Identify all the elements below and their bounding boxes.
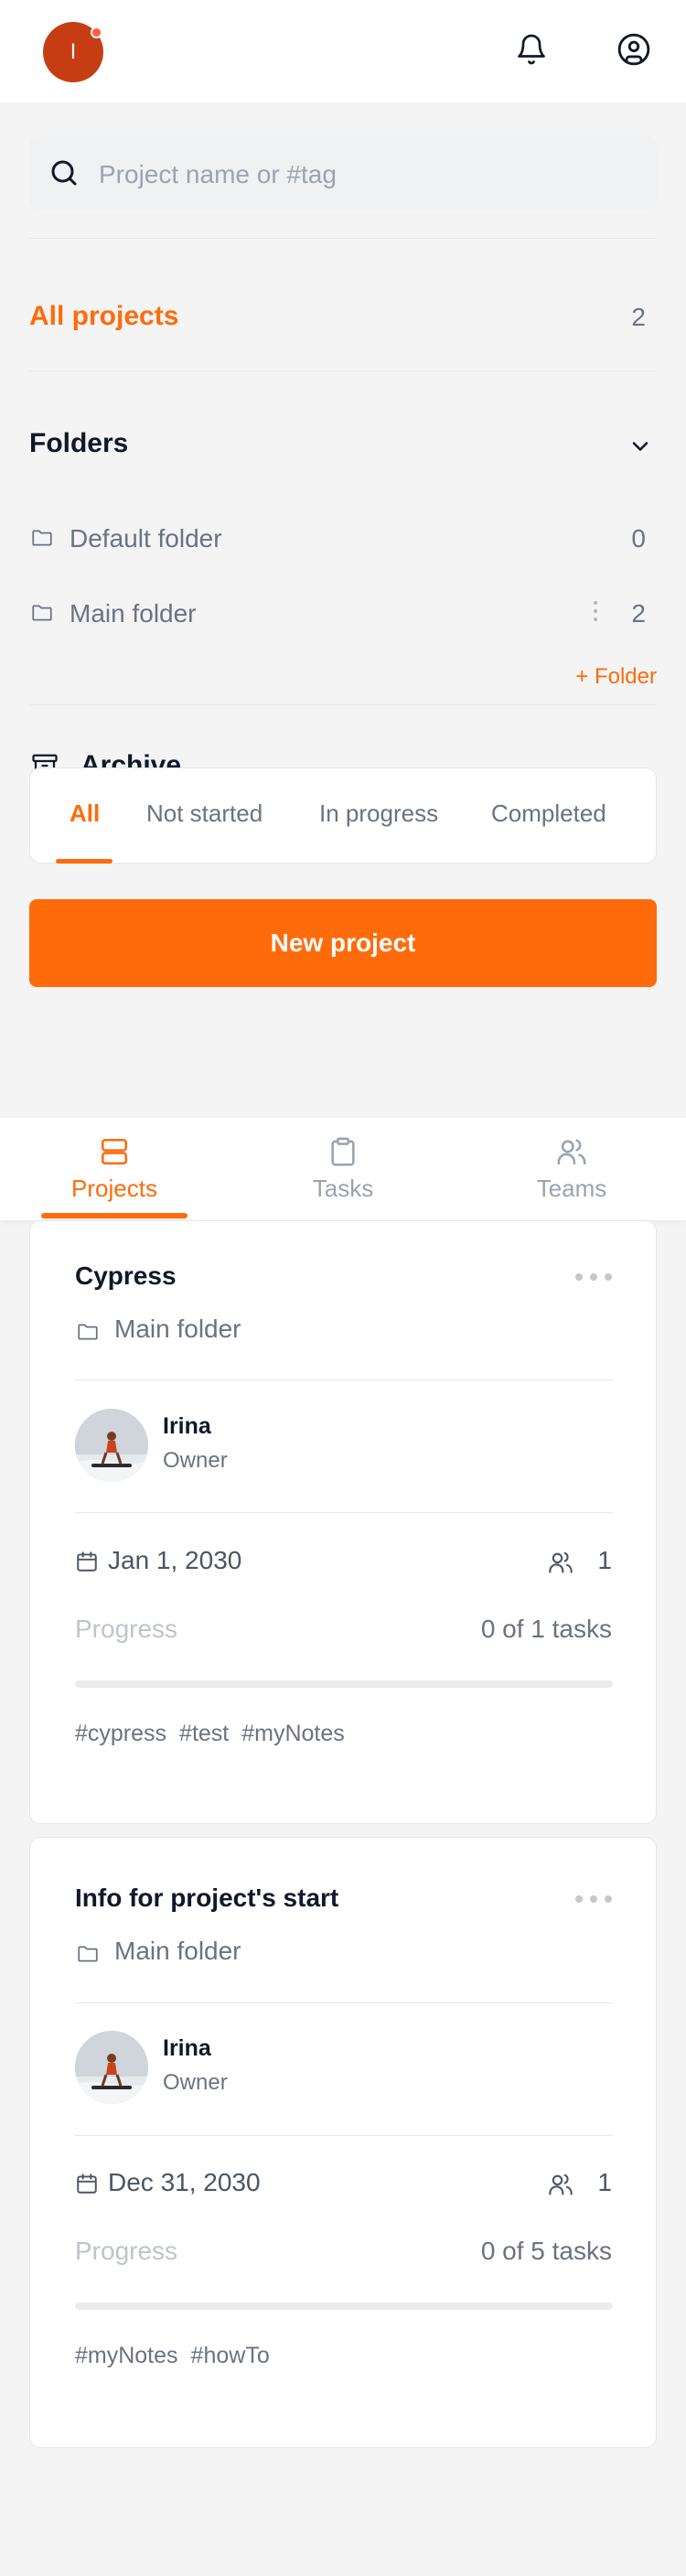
members-count: 1 (597, 2168, 612, 2196)
tab-completed[interactable]: Completed (491, 800, 606, 828)
folders-header[interactable]: Folders (29, 423, 657, 468)
progress-bar (75, 2302, 613, 2310)
owner-avatar (75, 2031, 148, 2104)
owner-name: Irina (163, 1413, 211, 1439)
owner-name: Irina (163, 2035, 211, 2061)
search-icon (51, 160, 77, 186)
owner-role: Owner (163, 2070, 228, 2095)
top-bar: I (0, 0, 686, 102)
folder-count: 0 (631, 524, 646, 553)
tag[interactable]: #howTo (191, 2343, 270, 2369)
project-tags: #myNotes #howTo (75, 2343, 270, 2369)
tab-not-started[interactable]: Not started (146, 800, 263, 828)
divider (75, 1379, 613, 1380)
clipboard-icon (331, 1137, 355, 1166)
folder-name: Default folder (70, 524, 222, 553)
tag[interactable]: #myNotes (241, 1721, 345, 1747)
folder-icon (78, 1324, 98, 1340)
tag[interactable]: #test (179, 1721, 229, 1747)
projects-icon (101, 1138, 128, 1165)
calendar-icon (77, 1551, 97, 1572)
tab-all[interactable]: All (70, 800, 100, 828)
status-filter-tabs: All Not started In progress Completed (29, 767, 657, 864)
project-card[interactable]: Cypress Main folder Irina Owner Jan 1, 2… (29, 1220, 657, 1824)
folder-count: 2 (631, 599, 646, 628)
project-title[interactable]: Info for project's start (75, 1884, 338, 1913)
owner-avatar (75, 1409, 148, 1482)
folder-icon (78, 1946, 98, 1962)
user-circle-icon[interactable] (616, 32, 651, 67)
nav-label: Tasks (312, 1175, 374, 1202)
progress-label: Progress (75, 2237, 178, 2265)
more-options-icon[interactable] (575, 1272, 612, 1282)
project-members: 1 (548, 1546, 612, 1579)
folders-label: Folders (29, 428, 129, 458)
nav-tasks[interactable]: Tasks (229, 1118, 457, 1220)
user-avatar[interactable]: I (43, 22, 103, 82)
project-folder-name: Main folder (114, 1937, 241, 1965)
search-input[interactable]: Project name or #tag (29, 136, 657, 209)
nav-label: Teams (536, 1175, 607, 1202)
folder-menu-icon[interactable] (593, 601, 598, 625)
progress-bar (75, 1680, 613, 1688)
nav-projects[interactable]: Projects (0, 1118, 229, 1220)
more-options-icon[interactable] (575, 1894, 612, 1904)
all-projects-item[interactable]: All projects 2 (29, 290, 657, 345)
active-nav-indicator (41, 1213, 188, 1218)
all-projects-label: All projects (29, 301, 179, 331)
folder-icon (32, 530, 52, 546)
folder-name: Main folder (70, 599, 197, 628)
search-placeholder: Project name or #tag (99, 160, 337, 188)
folder-icon (32, 605, 52, 621)
divider (29, 370, 657, 371)
bottom-navigation: Projects Tasks Teams (0, 1118, 686, 1220)
divider (75, 2002, 613, 2003)
page: I Project name or #tag All projects 2 Fo… (0, 0, 686, 2576)
divider (75, 2135, 613, 2136)
divider (29, 238, 657, 239)
active-tab-indicator (56, 859, 113, 864)
due-date-value: Dec 31, 2030 (108, 2168, 261, 2196)
new-project-button[interactable]: New project (29, 899, 657, 987)
project-folder-name: Main folder (114, 1315, 241, 1343)
team-icon (549, 1551, 573, 1573)
project-card[interactable]: Info for project's start Main folder Iri… (29, 1837, 657, 2448)
tag[interactable]: #cypress (75, 1721, 166, 1747)
calendar-icon (77, 2174, 97, 2194)
folder-item-default[interactable]: Default folder 0 (29, 515, 657, 561)
chevron-down-icon[interactable] (627, 434, 653, 459)
progress-label: Progress (75, 1615, 178, 1643)
project-title[interactable]: Cypress (75, 1261, 177, 1291)
all-projects-count: 2 (631, 303, 646, 331)
nav-label: Projects (71, 1175, 157, 1202)
project-tags: #cypress #test #myNotes (75, 1721, 345, 1747)
members-count: 1 (597, 1546, 612, 1574)
bell-icon[interactable] (515, 33, 548, 66)
progress-value: 0 of 1 tasks (480, 1615, 612, 1643)
folder-item-main[interactable]: Main folder 2 (29, 590, 657, 636)
progress-value: 0 of 5 tasks (480, 2237, 612, 2265)
add-folder-button[interactable]: + Folder (575, 664, 657, 690)
nav-teams[interactable]: Teams (457, 1118, 686, 1220)
owner-role: Owner (163, 1448, 228, 1473)
tab-in-progress[interactable]: In progress (319, 800, 438, 828)
divider (75, 1512, 613, 1513)
tag[interactable]: #myNotes (75, 2343, 178, 2369)
project-members: 1 (548, 2168, 612, 2201)
team-icon (549, 2174, 573, 2195)
user-initial: I (70, 40, 77, 64)
notification-dot (91, 27, 102, 38)
due-date-value: Jan 1, 2030 (108, 1546, 242, 1574)
divider (29, 704, 657, 705)
team-icon (557, 1139, 586, 1165)
